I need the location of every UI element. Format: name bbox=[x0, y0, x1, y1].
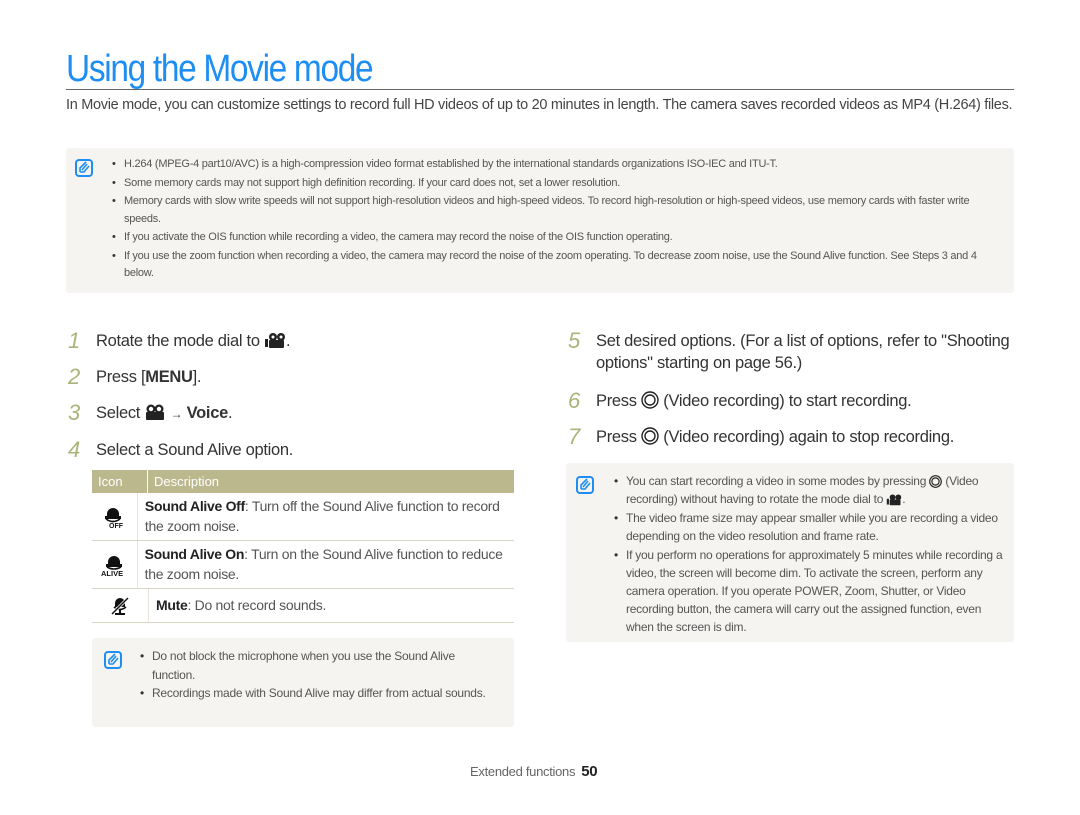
table-row: ALIVE Sound Alive On: Turn on the Sound … bbox=[92, 541, 514, 589]
voice-option-label: Voice bbox=[186, 404, 229, 422]
step-5: 5 Set desired options. (For a list of op… bbox=[568, 330, 1018, 374]
step-text: Rotate the mode dial to bbox=[96, 332, 260, 350]
step-text: . bbox=[286, 332, 291, 350]
step-number: 3 bbox=[68, 400, 80, 425]
note-text: . bbox=[902, 492, 906, 506]
step-3: 3 Select → Voice. bbox=[68, 402, 508, 425]
table-header: Icon Description bbox=[92, 470, 514, 493]
step-1: 1 Rotate the mode dial to . bbox=[68, 330, 508, 352]
note-icon bbox=[75, 159, 93, 177]
option-description: : Do not record sounds. bbox=[187, 597, 327, 613]
step-text: (Video recording) again to stop recordin… bbox=[663, 428, 954, 446]
option-name: Sound Alive On bbox=[144, 546, 245, 562]
page-title: Using the Movie mode bbox=[66, 48, 374, 90]
intro-paragraph: In Movie mode, you can customize setting… bbox=[66, 97, 1013, 113]
step-text: ]. bbox=[192, 368, 202, 386]
step-number: 7 bbox=[568, 424, 580, 449]
video-record-button-icon bbox=[641, 391, 659, 409]
video-record-button-icon bbox=[641, 427, 659, 445]
note-item: Recordings made with Sound Alive may dif… bbox=[140, 684, 500, 703]
note-text: You can start recording a video in some … bbox=[626, 474, 927, 488]
table-row: OFF Sound Alive Off: Turn off the Sound … bbox=[92, 493, 514, 541]
note-icon bbox=[104, 651, 122, 669]
mute-icon bbox=[110, 596, 130, 615]
step-7: 7 Press (Video recording) again to stop … bbox=[568, 426, 1018, 448]
steps-right: 5 Set desired options. (For a list of op… bbox=[568, 330, 1018, 462]
movie-mode-icon bbox=[265, 333, 286, 348]
note-item: If you perform no operations for approxi… bbox=[614, 546, 1004, 636]
step-text: Set desired options. (For a list of opti… bbox=[596, 332, 1010, 372]
note-item: Memory cards with slow write speeds will… bbox=[112, 193, 1002, 228]
step-number: 5 bbox=[568, 328, 580, 353]
arrow-icon: → bbox=[170, 407, 183, 421]
sound-alive-table: Icon Description OFF Sound Alive Off: Tu… bbox=[92, 470, 514, 623]
header-description: Description bbox=[154, 474, 220, 489]
sound-alive-off-icon: OFF bbox=[105, 507, 124, 529]
step-text: Press bbox=[596, 392, 637, 410]
sound-alive-on-icon: ALIVE bbox=[101, 555, 123, 577]
table-row: Mute: Do not record sounds. bbox=[92, 589, 514, 623]
recording-note-box: You can start recording a video in some … bbox=[566, 463, 1014, 642]
step-text: (Video recording) to start recording. bbox=[663, 392, 912, 410]
note-item: If you activate the OIS function while r… bbox=[112, 229, 1002, 247]
step-6: 6 Press (Video recording) to start recor… bbox=[568, 390, 1018, 412]
top-note-box: H.264 (MPEG-4 part10/AVC) is a high-comp… bbox=[66, 148, 1014, 293]
note-item: If you use the zoom function when record… bbox=[112, 248, 1002, 283]
note-icon bbox=[576, 476, 594, 494]
step-2: 2 Press [MENU]. bbox=[68, 366, 508, 388]
menu-button-label: MENU bbox=[145, 368, 193, 386]
page-footer: Extended functions 50 bbox=[470, 763, 598, 780]
step-number: 1 bbox=[68, 328, 80, 353]
sound-alive-note-box: Do not block the microphone when you use… bbox=[92, 638, 514, 727]
header-icon: Icon bbox=[92, 470, 148, 493]
steps-left: 1 Rotate the mode dial to . 2 Press [MEN… bbox=[68, 330, 508, 475]
movie-mode-icon bbox=[887, 494, 902, 506]
movie-menu-icon bbox=[146, 404, 165, 420]
svg-text:OFF: OFF bbox=[109, 523, 124, 529]
note-item: Some memory cards may not support high d… bbox=[112, 175, 1002, 193]
step-text: Press [ bbox=[96, 368, 146, 386]
option-name: Sound Alive Off bbox=[144, 498, 245, 514]
step-number: 6 bbox=[568, 388, 580, 413]
step-text: Select a Sound Alive option. bbox=[96, 441, 294, 459]
note-item: H.264 (MPEG-4 part10/AVC) is a high-comp… bbox=[112, 156, 1002, 174]
step-number: 4 bbox=[68, 437, 80, 462]
note-item: Do not block the microphone when you use… bbox=[140, 647, 500, 684]
step-4: 4 Select a Sound Alive option. bbox=[68, 439, 508, 461]
page-number: 50 bbox=[581, 763, 598, 780]
section-name: Extended functions bbox=[470, 764, 576, 779]
step-number: 2 bbox=[68, 364, 80, 389]
video-record-button-icon bbox=[929, 475, 943, 488]
option-name: Mute bbox=[156, 597, 188, 613]
step-text: Press bbox=[596, 428, 637, 446]
step-text: Select bbox=[96, 404, 141, 422]
svg-text:ALIVE: ALIVE bbox=[101, 569, 123, 577]
title-divider bbox=[66, 89, 1014, 90]
note-item: The video frame size may appear smaller … bbox=[614, 509, 1004, 545]
note-item: You can start recording a video in some … bbox=[614, 472, 1004, 508]
step-text: . bbox=[227, 404, 233, 422]
